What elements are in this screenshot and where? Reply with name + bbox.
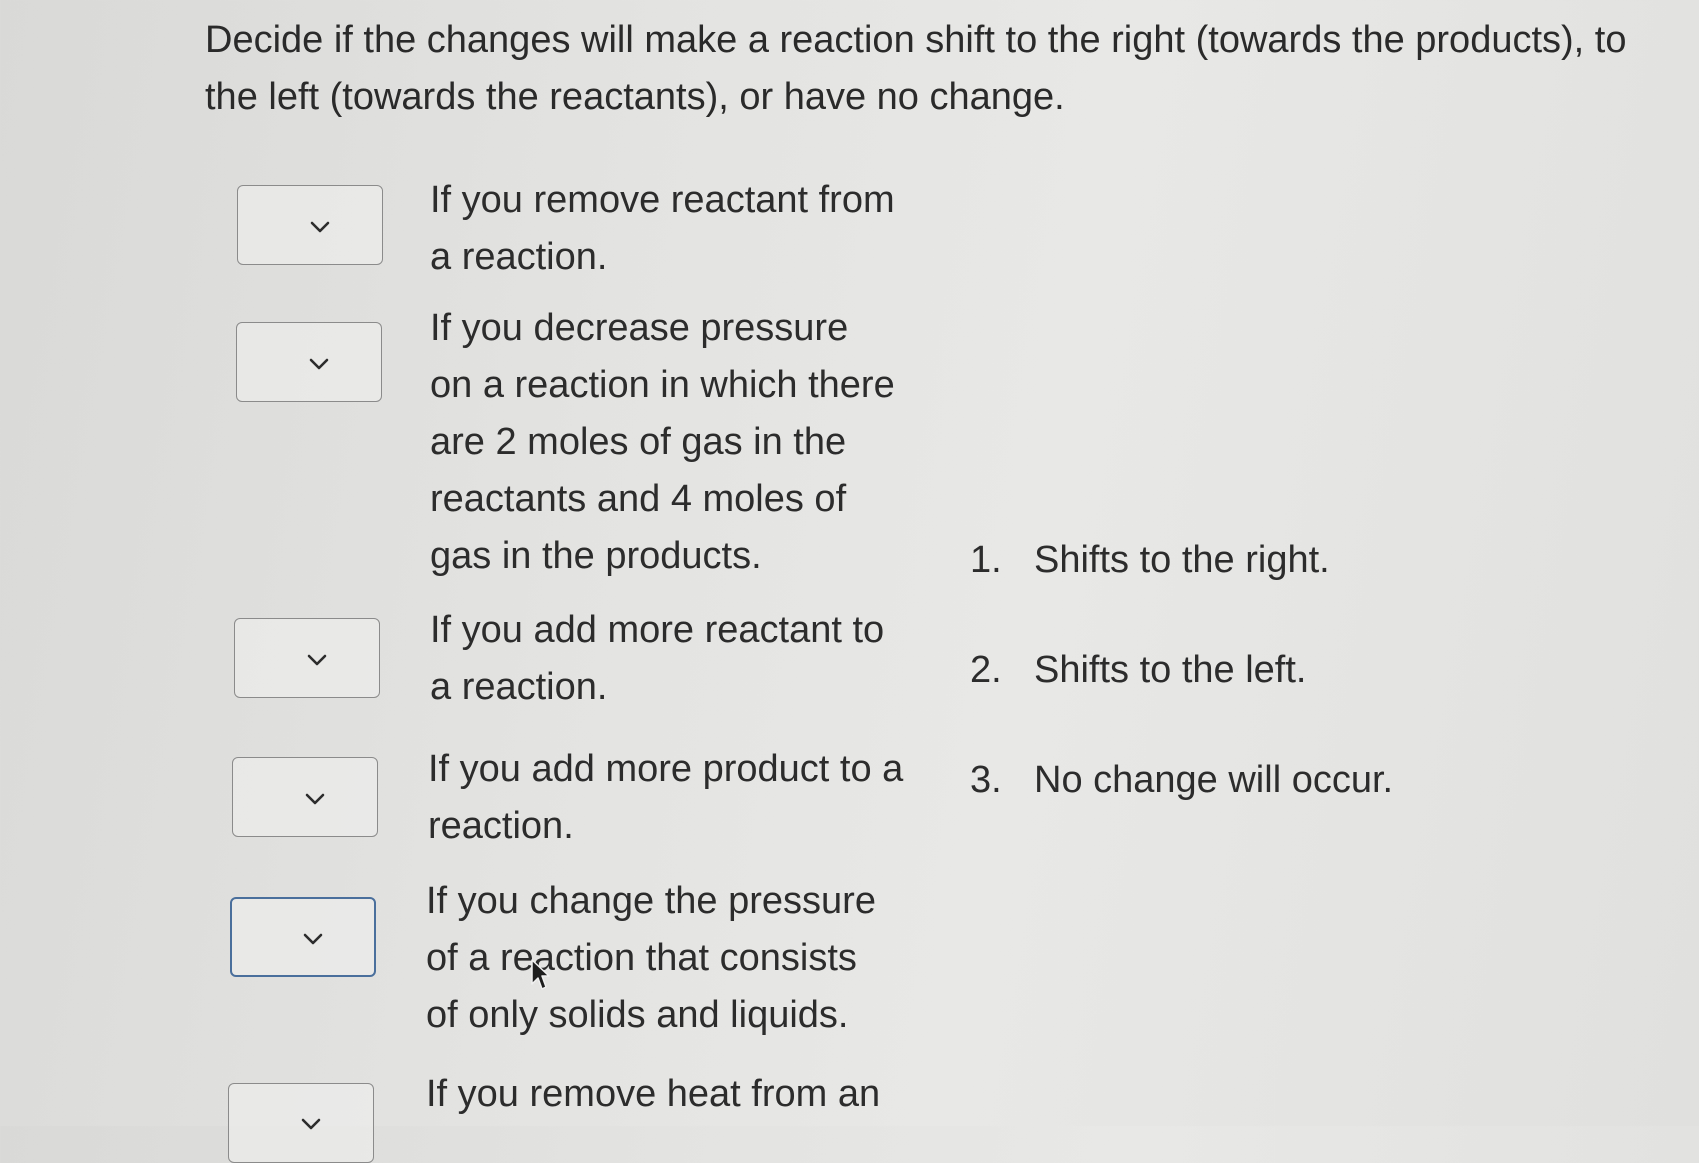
chevron-down-icon — [307, 654, 327, 666]
option-2-number: 2. — [970, 649, 1002, 691]
option-2: 2. Shifts to the left. — [970, 645, 1306, 695]
answer-dropdown-4[interactable] — [232, 757, 378, 837]
question-4-text: If you add more product to a reaction. — [428, 748, 904, 847]
question-1-text: If you remove reactant from a reaction. — [430, 179, 895, 278]
option-2-label: Shifts to the left. — [1034, 649, 1307, 691]
question-5-text: If you change the pressure of a reaction… — [426, 880, 876, 1036]
answer-dropdown-3[interactable] — [234, 618, 380, 698]
option-1-number: 1. — [970, 539, 1002, 581]
answer-dropdown-5[interactable] — [230, 897, 376, 977]
chevron-down-icon — [301, 1118, 321, 1130]
chevron-down-icon — [309, 358, 329, 370]
chevron-down-icon — [303, 933, 323, 945]
option-3-number: 3. — [970, 759, 1002, 801]
answer-dropdown-1[interactable] — [237, 185, 383, 265]
mouse-cursor-icon — [531, 959, 550, 990]
option-3-label: No change will occur. — [1034, 759, 1394, 801]
question-6-text: If you remove heat from an — [426, 1073, 881, 1115]
question-2-text: If you decrease pressure on a reaction i… — [430, 307, 895, 577]
chevron-down-icon — [310, 221, 330, 233]
question-3-text: If you add more reactant to a reaction. — [430, 609, 885, 708]
instructions-text: Decide if the changes will make a reacti… — [205, 19, 1627, 118]
option-3: 3. No change will occur. — [970, 755, 1393, 805]
answer-dropdown-2[interactable] — [236, 322, 382, 402]
chevron-down-icon — [305, 793, 325, 805]
answer-dropdown-6[interactable] — [228, 1083, 374, 1163]
option-1-label: Shifts to the right. — [1034, 539, 1330, 581]
option-1: 1. Shifts to the right. — [970, 535, 1330, 585]
